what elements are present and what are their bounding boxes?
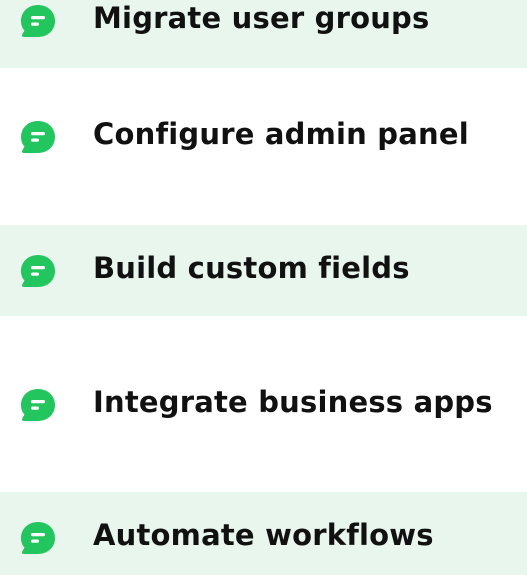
chat-bubble-icon — [21, 522, 55, 554]
task-list: Migrate user groups Configure admin pane… — [0, 0, 527, 575]
chat-bubble-icon — [21, 5, 55, 37]
list-item[interactable]: Migrate user groups — [0, 0, 527, 68]
list-item[interactable]: Integrate business apps — [0, 359, 527, 450]
chat-bubble-icon — [21, 389, 55, 421]
chat-bubble-icon — [21, 121, 55, 153]
list-item-label: Build custom fields — [93, 251, 410, 285]
list-item[interactable]: Automate workflows — [0, 492, 527, 575]
list-item-label: Configure admin panel — [93, 117, 469, 151]
list-item-label: Integrate business apps — [93, 385, 493, 419]
chat-bubble-icon — [21, 255, 55, 287]
list-item[interactable]: Configure admin panel — [0, 91, 527, 182]
list-item-label: Migrate user groups — [93, 1, 430, 35]
list-item-label: Automate workflows — [93, 518, 434, 552]
list-item[interactable]: Build custom fields — [0, 225, 527, 316]
